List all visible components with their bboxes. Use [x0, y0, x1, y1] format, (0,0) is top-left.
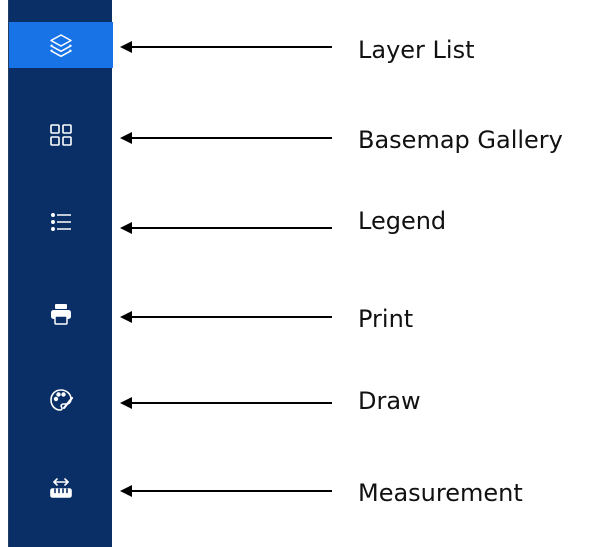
legend-label: Legend [358, 207, 447, 235]
ruler-icon [50, 478, 72, 498]
layers-icon [50, 34, 72, 58]
layer-list-button[interactable] [9, 22, 113, 68]
palette-icon [50, 389, 74, 411]
list-icon [51, 213, 71, 231]
print-label: Print [358, 305, 414, 333]
arrow-pointer [120, 131, 332, 145]
annotated-screenshot: Layer List Basemap Gallery Legend Print … [0, 0, 603, 547]
grid-icon [50, 124, 72, 146]
basemap-gallery-label: Basemap Gallery [358, 126, 563, 154]
widget-toolbar [8, 0, 113, 547]
basemap-gallery-button[interactable] [9, 112, 113, 158]
arrow-pointer [120, 484, 332, 498]
arrow-pointer [120, 396, 332, 410]
arrow-pointer [120, 40, 332, 54]
layer-list-label: Layer List [358, 36, 475, 64]
legend-button[interactable] [9, 199, 113, 245]
print-button[interactable] [9, 291, 113, 337]
measurement-button[interactable] [9, 465, 113, 511]
printer-icon [51, 304, 71, 325]
draw-label: Draw [358, 387, 421, 415]
draw-button[interactable] [9, 377, 113, 423]
arrow-pointer [120, 221, 332, 235]
arrow-pointer [120, 310, 332, 324]
measurement-label: Measurement [358, 479, 523, 507]
